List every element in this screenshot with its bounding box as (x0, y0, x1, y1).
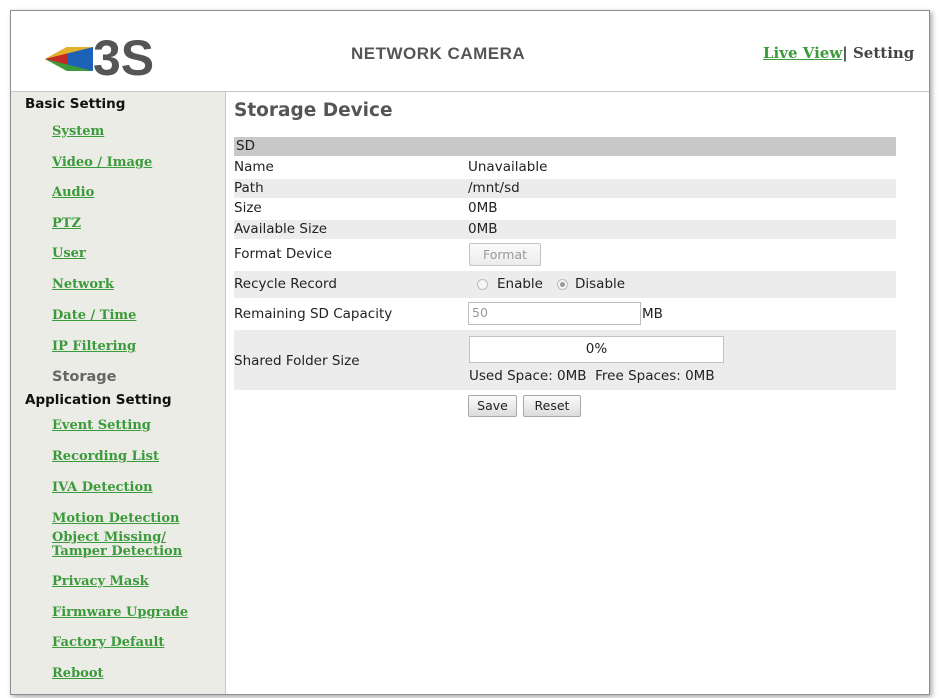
3s-logo-icon: 3S (45, 30, 154, 81)
row-path: Path /mnt/sd (234, 179, 896, 198)
remaining-capacity-unit: MB (642, 306, 663, 322)
name-label: Name (234, 159, 274, 175)
sidebar-item-object-missing[interactable]: Object Missing/ (52, 531, 166, 545)
row-shared-folder-size: Shared Folder Size 0% Used Space: 0MB Fr… (234, 330, 896, 390)
sidebar-item-audio[interactable]: Audio (52, 186, 94, 200)
reset-button[interactable]: Reset (523, 395, 581, 417)
section-header-sd: SD (234, 137, 896, 156)
sidebar-item-firmware-upgrade[interactable]: Firmware Upgrade (52, 606, 188, 620)
row-name: Name Unavailable (234, 159, 896, 176)
available-size-label: Available Size (234, 221, 328, 237)
name-value: Unavailable (468, 159, 548, 175)
row-remaining-sd-capacity: Remaining SD Capacity 50 MB (234, 300, 896, 329)
sidebar-item-recording-list[interactable]: Recording List (52, 450, 159, 464)
sidebar-item-system[interactable]: System (52, 125, 104, 139)
sidebar-item-factory-default[interactable]: Factory Default (52, 636, 164, 650)
sidebar: Basic Setting System Video / Image Audio… (11, 92, 226, 694)
sidebar-item-iva-detection[interactable]: IVA Detection (52, 481, 153, 495)
header: 3S NETWORK CAMERA Live View| Setting (11, 11, 929, 92)
sidebar-item-ptz[interactable]: PTZ (52, 217, 81, 231)
sidebar-item-privacy-mask[interactable]: Privacy Mask (52, 575, 149, 589)
row-size: Size 0MB (234, 200, 896, 217)
nav-separator: | (842, 44, 848, 62)
enable-label: Enable (497, 276, 543, 292)
sidebar-item-video-image[interactable]: Video / Image (52, 156, 152, 170)
sidebar-item-motion-detection[interactable]: Motion Detection (52, 512, 179, 526)
setting-nav-current: Setting (852, 44, 915, 62)
recycle-record-label: Recycle Record (234, 276, 337, 292)
save-button[interactable]: Save (468, 395, 517, 417)
row-recycle-record: Recycle Record Enable Disable (234, 271, 896, 298)
shared-folder-label: Shared Folder Size (234, 353, 360, 369)
format-button[interactable]: Format (469, 243, 541, 266)
path-value: /mnt/sd (468, 180, 520, 196)
shared-folder-progress-bar: 0% (469, 336, 724, 363)
top-nav: Live View| Setting (763, 44, 914, 62)
sidebar-item-reboot[interactable]: Reboot (52, 667, 104, 681)
remaining-capacity-label: Remaining SD Capacity (234, 306, 393, 322)
size-value: 0MB (468, 200, 498, 216)
sidebar-item-event-setting[interactable]: Event Setting (52, 419, 151, 433)
basic-setting-title: Basic Setting (25, 96, 126, 112)
shared-folder-space-info: Used Space: 0MB Free Spaces: 0MB (469, 368, 715, 384)
size-label: Size (234, 200, 262, 216)
section-label: SD (236, 138, 255, 154)
path-label: Path (234, 180, 264, 196)
sidebar-item-storage: Storage (52, 369, 117, 385)
app-title: NETWORK CAMERA (351, 44, 526, 63)
row-format-device: Format Device Format (234, 241, 896, 268)
sidebar-item-date-time[interactable]: Date / Time (52, 309, 136, 323)
disable-label: Disable (575, 276, 626, 292)
format-device-label: Format Device (234, 246, 333, 262)
progress-percent: 0% (585, 341, 608, 357)
enable-radio[interactable] (477, 279, 488, 290)
available-size-value: 0MB (468, 221, 498, 237)
sidebar-item-network[interactable]: Network (52, 278, 114, 292)
page-title: Storage Device (234, 100, 393, 121)
disable-radio[interactable] (557, 279, 568, 290)
application-setting-title: Application Setting (25, 392, 172, 408)
sidebar-item-ip-filtering[interactable]: IP Filtering (52, 340, 136, 354)
sidebar-item-tamper-detection[interactable]: Tamper Detection (52, 545, 182, 559)
row-available-size: Available Size 0MB (234, 220, 896, 239)
sidebar-item-user[interactable]: User (52, 247, 86, 261)
page-frame: 3S NETWORK CAMERA Live View| Setting Bas… (10, 10, 930, 695)
svg-text:3S: 3S (93, 30, 154, 81)
live-view-link[interactable]: Live View (763, 44, 842, 62)
remaining-capacity-input[interactable]: 50 (468, 302, 641, 325)
